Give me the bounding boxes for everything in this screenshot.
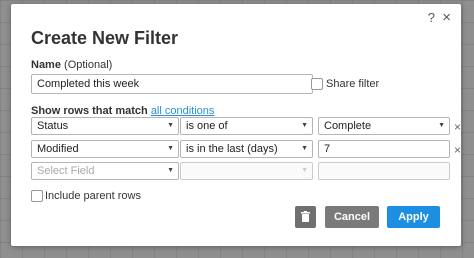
filter-name-input[interactable] xyxy=(31,74,313,94)
condition-1-operator-select[interactable]: is one of ▼ xyxy=(180,117,313,135)
new-condition-field-select[interactable]: Select Field ▼ xyxy=(31,162,179,180)
condition-1-remove-icon[interactable]: × xyxy=(454,120,461,134)
condition-1-field-value: Status xyxy=(37,120,69,132)
chevron-down-icon: ▼ xyxy=(301,145,308,152)
all-conditions-link[interactable]: all conditions xyxy=(151,105,215,117)
new-condition-operator-select: ▼ xyxy=(180,162,313,180)
chevron-down-icon: ▼ xyxy=(167,145,174,152)
new-condition-field-placeholder: Select Field xyxy=(37,165,95,177)
condition-1-value-select[interactable]: Complete ▼ xyxy=(318,117,450,135)
chevron-down-icon: ▼ xyxy=(167,122,174,129)
dialog-title: Create New Filter xyxy=(31,28,179,48)
condition-2-value: 7 xyxy=(324,143,331,155)
rows-match-prefix: Show rows that match xyxy=(31,105,148,117)
apply-button[interactable]: Apply xyxy=(387,206,440,228)
rows-match-label: Show rows that match all conditions xyxy=(31,105,214,117)
new-condition-value-input xyxy=(318,162,450,180)
name-label-bold: Name xyxy=(31,59,61,71)
chevron-down-icon: ▼ xyxy=(301,122,308,129)
condition-2-operator-value: is in the last (days) xyxy=(186,143,278,155)
condition-1-operator-value: is one of xyxy=(186,120,228,132)
name-label-optional: (Optional) xyxy=(64,59,113,71)
share-filter-label: Share filter xyxy=(326,78,380,90)
chevron-down-icon: ▼ xyxy=(167,167,174,174)
condition-2-field-select[interactable]: Modified ▼ xyxy=(31,140,179,158)
share-filter-checkbox[interactable] xyxy=(311,78,323,90)
condition-1-value: Complete xyxy=(324,120,372,132)
chevron-down-icon: ▼ xyxy=(438,122,445,129)
close-icon[interactable]: × xyxy=(442,10,451,26)
help-icon[interactable]: ? xyxy=(428,10,435,26)
delete-filter-button[interactable] xyxy=(295,206,316,228)
name-label: Name (Optional) xyxy=(31,59,112,71)
trash-icon xyxy=(301,211,310,222)
condition-1-field-select[interactable]: Status ▼ xyxy=(31,117,179,135)
condition-2-operator-select[interactable]: is in the last (days) ▼ xyxy=(180,140,313,158)
condition-2-field-value: Modified xyxy=(37,143,79,155)
create-filter-dialog: ? × Create New Filter Name (Optional) Sh… xyxy=(11,4,461,246)
cancel-button[interactable]: Cancel xyxy=(325,206,379,228)
chevron-down-icon: ▼ xyxy=(301,167,308,174)
condition-2-value-input[interactable]: 7 xyxy=(318,140,450,158)
include-parent-rows-checkbox[interactable] xyxy=(31,190,43,202)
condition-2-remove-icon[interactable]: × xyxy=(454,143,461,157)
include-parent-rows-label: Include parent rows xyxy=(45,190,141,202)
